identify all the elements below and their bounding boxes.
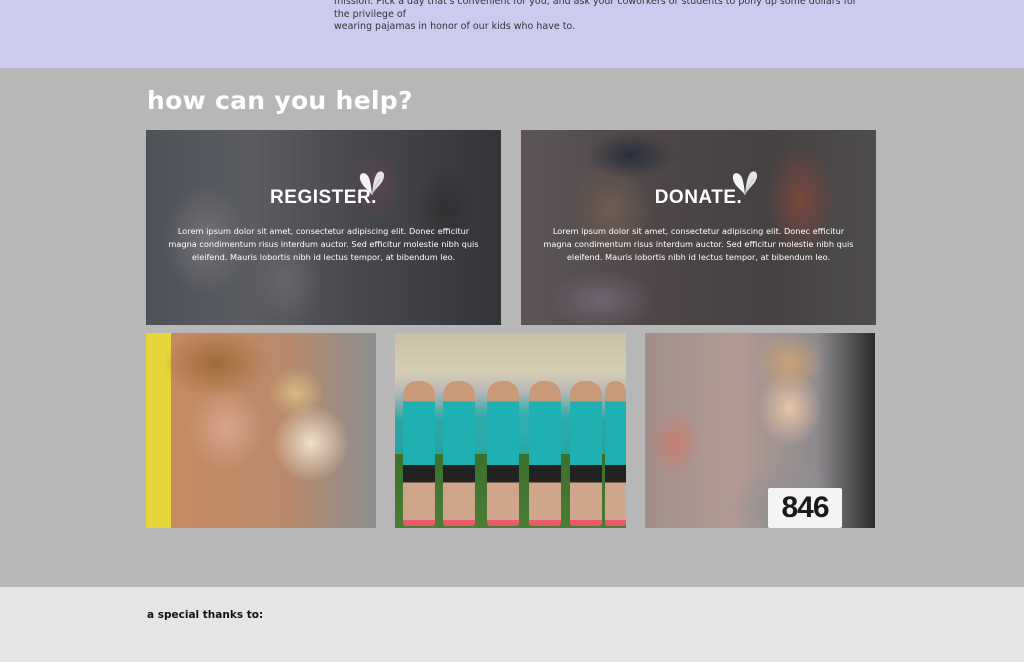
photo-figure [605,381,626,526]
donate-title[interactable]: DONATE. [521,187,876,209]
photo-figure [403,381,435,526]
intro-text: mission. Pick a day that's convenient fo… [334,0,874,34]
intro-section: mission. Pick a day that's convenient fo… [0,0,1024,68]
intro-line: mission. Pick a day that's convenient fo… [334,0,857,20]
girls-team-photo [395,333,626,528]
register-description: Lorem ipsum dolor sit amet, consectetur … [168,226,479,262]
how-can-you-help-section: how can you help? REGISTER. Lorem ipsum … [0,68,1024,587]
sponsors-section: a special thanks to: [0,587,1024,662]
race-bib: 846 [768,488,842,528]
volunteer-with-child-photo [146,333,376,528]
photo-figure [487,381,519,526]
register-card[interactable]: REGISTER. Lorem ipsum dolor sit amet, co… [146,130,501,325]
donate-card[interactable]: DONATE. Lorem ipsum dolor sit amet, cons… [521,130,876,325]
boy-runner-photo: 846 [645,333,875,528]
special-thanks-heading: a special thanks to: [147,609,264,621]
intro-line: wearing pajamas in honor of our kids who… [334,21,576,32]
photo-figure [570,381,602,526]
register-title[interactable]: REGISTER. [146,187,501,209]
photo-figure [529,381,561,526]
donate-description: Lorem ipsum dolor sit amet, consectetur … [543,226,854,262]
section-title: how can you help? [147,86,413,115]
photo-figure [443,381,475,526]
